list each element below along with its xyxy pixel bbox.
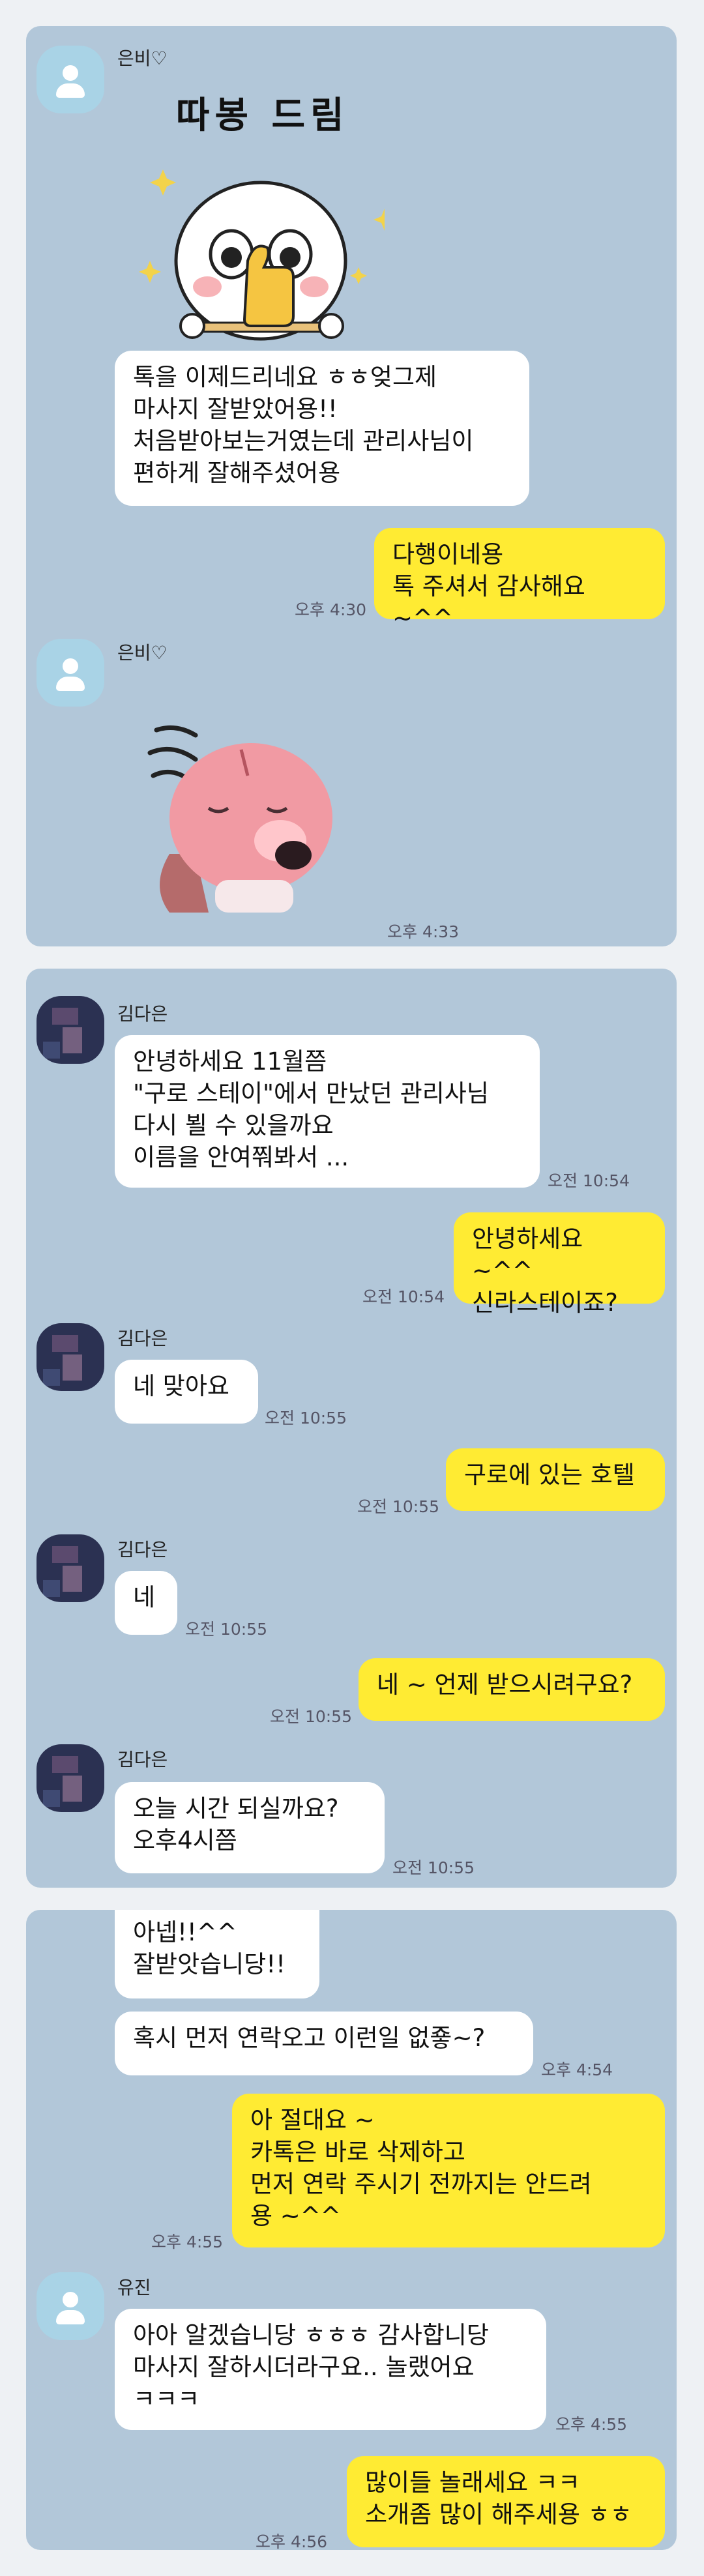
sticker-character-icon	[139, 169, 385, 341]
message-time: 오전 10:55	[265, 1409, 347, 1427]
profile-avatar[interactable]	[37, 1744, 104, 1812]
sticker-character-icon	[147, 725, 332, 913]
message-time: 오후 4:56	[256, 2532, 328, 2550]
message-bubble[interactable]: 톡을 이제드리네요 ㅎㅎ엊그제 마사지 잘받았어용!! 처음받아보는거였는데 관…	[115, 351, 529, 506]
profile-avatar[interactable]	[37, 1323, 104, 1391]
message-time: 오후 4:55	[555, 2415, 628, 2434]
sender-name: 김다은	[117, 1328, 168, 1349]
message-time: 오전 10:54	[548, 1171, 630, 1190]
profile-avatar[interactable]	[37, 1534, 104, 1602]
message-bubble[interactable]: 네	[115, 1571, 177, 1635]
my-message-bubble[interactable]: 안녕하세요 ~^^ 신라스테이죠?	[454, 1212, 665, 1317]
profile-avatar[interactable]	[37, 996, 104, 1064]
sender-name: 유진	[117, 2277, 151, 2298]
message-time: 오전 10:55	[185, 1620, 267, 1639]
message-time: 오전 10:55	[270, 1707, 352, 1726]
my-message-bubble[interactable]: 네 ~ 언제 받으시려구요?	[359, 1658, 665, 1721]
thumbs-up-sticker: 따봉 드림	[124, 65, 385, 352]
my-message-bubble[interactable]: 다행이네용 톡 주셔서 감사해요 ~^^	[374, 528, 665, 632]
sender-name: 김다은	[117, 1749, 168, 1770]
message-time: 오전 10:55	[357, 1497, 439, 1516]
message-bubble[interactable]: 혹시 먼저 연락오고 이런일 없죻~?	[115, 2012, 533, 2075]
chat-panel-2: 김다은 안녕하세요 11월쯤 "구로 스테이"에서 만났던 관리사님 다시 뵐 …	[26, 969, 677, 1888]
message-bubble[interactable]: 안녕하세요 11월쯤 "구로 스테이"에서 만났던 관리사님 다시 뵐 수 있을…	[115, 1035, 540, 1188]
my-message-bubble[interactable]: 많이들 놀래세요 ㅋㅋ 소개좀 많이 해주세용 ㅎㅎ	[347, 2456, 665, 2547]
my-message-bubble[interactable]: 아 절대요 ~ 카톡은 바로 삭제하고 먼저 연락 주시기 전까지는 안드려 용…	[232, 2094, 665, 2247]
chat-panel-3: 아넵!!^^ 잘받앗습니당!! 혹시 먼저 연락오고 이런일 없죻~? 오후 4…	[26, 1910, 677, 2550]
pink-creature-sticker	[143, 704, 339, 913]
message-bubble[interactable]: 네 맞아요	[115, 1360, 258, 1424]
my-message-bubble[interactable]: 구로에 있는 호텔	[446, 1448, 665, 1511]
message-time: 오전 10:54	[362, 1287, 445, 1306]
sender-name: 은비♡	[117, 642, 168, 664]
message-bubble[interactable]: 아아 알겠습니당 ㅎㅎㅎ 감사합니당 마사지 잘하시더라구요.. 놀랬어요 ㅋㅋ…	[115, 2309, 546, 2430]
message-bubble[interactable]: 오늘 시간 되실까요? 오후4시쯤	[115, 1782, 385, 1873]
chat-panel-1: 은비♡ 따봉 드림 톡을 이제드리네요 ㅎㅎ엊그제 마사지 잘받았어용!! 처음…	[26, 26, 677, 946]
message-time: 오후 4:54	[541, 2060, 613, 2079]
message-bubble[interactable]: 아넵!!^^ 잘받앗습니당!!	[115, 1910, 319, 1998]
message-time: 오전 10:55	[392, 1858, 475, 1877]
message-time: 오후 4:55	[151, 2232, 224, 2251]
profile-avatar[interactable]	[37, 2272, 104, 2340]
message-time: 오후 4:33	[387, 922, 460, 941]
profile-avatar[interactable]	[37, 46, 104, 113]
profile-avatar[interactable]	[37, 639, 104, 707]
message-time: 오후 4:30	[295, 600, 367, 619]
sender-name: 김다은	[117, 1003, 168, 1025]
sender-name: 김다은	[117, 1539, 168, 1560]
